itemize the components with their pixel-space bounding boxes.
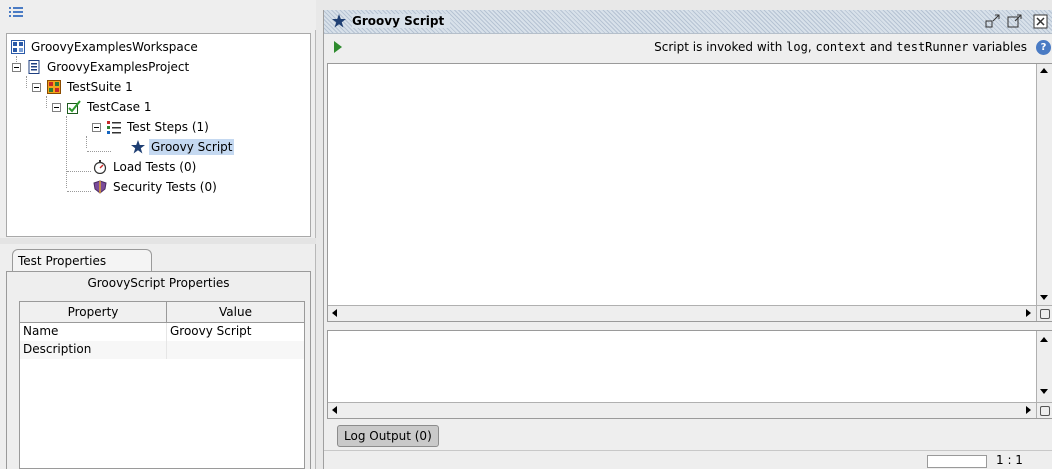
script-editor[interactable] (327, 63, 1052, 322)
tree-node-label: TestCase 1 (87, 100, 152, 114)
expand-toggle-icon[interactable] (52, 103, 61, 112)
detach-icon[interactable] (1007, 14, 1023, 29)
info-var-context: context (815, 40, 867, 54)
groovy-script-editor-panel: Groovy Script Script is invoked with log… (323, 10, 1052, 469)
column-header-property[interactable]: Property (20, 302, 167, 322)
scroll-down-icon[interactable] (1040, 295, 1048, 300)
tree-node-label: Groovy Script (149, 139, 235, 155)
navigator-toolbar (0, 0, 316, 30)
loadtest-icon (93, 160, 107, 174)
tree-node-label: Test Steps (1) (127, 120, 209, 134)
property-value-cell[interactable]: Groovy Script (167, 323, 304, 341)
tree-node-label: GroovyExamplesProject (47, 60, 190, 74)
tree-node-label: TestSuite 1 (67, 80, 133, 94)
log-output-label: Log Output (0) (344, 429, 432, 443)
info-suffix: variables (968, 40, 1027, 54)
tree-node-project[interactable]: GroovyExamplesProject (27, 57, 191, 77)
tree-node-testcase[interactable]: TestCase 1 (67, 97, 153, 117)
scroll-right-icon[interactable] (1026, 406, 1031, 414)
info-var-log: log (786, 40, 808, 54)
tree-node-workspace[interactable]: GroovyExamplesWorkspace (11, 37, 200, 57)
scroll-corner-icon (1036, 402, 1052, 418)
project-tree: GroovyExamplesWorkspace GroovyExamplesPr… (6, 33, 311, 237)
scroll-right-icon[interactable] (1026, 309, 1031, 317)
properties-table: Property Value Name Groovy Script Descri… (19, 301, 305, 469)
info-and: and (866, 40, 897, 54)
tree-node-testsuite[interactable]: TestSuite 1 (47, 77, 135, 97)
scroll-left-icon[interactable] (332, 406, 337, 414)
column-header-value[interactable]: Value (167, 302, 304, 322)
info-prefix: Script is invoked with (654, 40, 787, 54)
close-icon[interactable] (1033, 14, 1049, 29)
editor-horizontal-scrollbar[interactable] (328, 305, 1036, 321)
expand-toggle-icon[interactable] (92, 123, 101, 132)
properties-panel: GroovyScript Properties Property Value N… (6, 271, 311, 469)
editor-title-bar: Groovy Script (324, 10, 1052, 34)
scroll-left-icon[interactable] (332, 309, 337, 317)
properties-panel-title: GroovyScript Properties (87, 276, 230, 290)
table-header: Property Value (20, 302, 304, 323)
scroll-up-icon[interactable] (1040, 68, 1048, 73)
tree-node-loadtests[interactable]: Load Tests (0) (93, 157, 198, 177)
property-value-cell[interactable] (167, 341, 304, 359)
table-row[interactable]: Name Groovy Script (20, 323, 304, 341)
info-var-testrunner: testRunner (896, 40, 969, 54)
collapse-all-icon[interactable] (9, 6, 23, 18)
script-info-text: Script is invoked with log, context and … (654, 40, 1027, 54)
tab-label: Test Properties (18, 254, 107, 268)
log-horizontal-scrollbar[interactable] (328, 402, 1036, 418)
teststeps-icon (107, 121, 121, 134)
editor-vertical-scrollbar[interactable] (1036, 64, 1052, 305)
panel-splitter[interactable] (0, 238, 316, 244)
navigator-panel: GroovyExamplesWorkspace GroovyExamplesPr… (0, 0, 316, 469)
help-icon[interactable]: ? (1036, 40, 1051, 55)
testsuite-icon (47, 80, 61, 94)
script-toolbar: Script is invoked with log, context and … (324, 35, 1052, 59)
tree-node-label: Load Tests (0) (113, 160, 197, 174)
log-vertical-scrollbar[interactable] (1036, 331, 1052, 402)
undock-icon[interactable] (985, 14, 1001, 29)
tree-node-label: Security Tests (0) (113, 180, 217, 194)
log-output-area[interactable] (327, 330, 1052, 419)
tree-node-label: GroovyExamplesWorkspace (31, 40, 198, 54)
property-name-cell: Name (20, 323, 167, 341)
tree-node-teststeps[interactable]: Test Steps (1) (107, 117, 211, 137)
run-icon[interactable] (334, 41, 342, 53)
scroll-down-icon[interactable] (1040, 389, 1048, 394)
workspace-icon (11, 40, 25, 54)
tab-test-properties[interactable]: Test Properties (12, 249, 152, 272)
testcase-icon (67, 100, 81, 114)
groovy-star-icon (131, 140, 145, 154)
project-icon (28, 60, 40, 74)
scroll-corner-icon (1036, 305, 1052, 321)
scroll-up-icon[interactable] (1040, 337, 1048, 342)
tree-node-securitytests[interactable]: Security Tests (0) (93, 177, 219, 197)
cursor-position: 1 : 1 (996, 453, 1023, 467)
groovy-star-icon (332, 14, 346, 28)
table-row[interactable]: Description (20, 341, 304, 359)
log-output-tab[interactable]: Log Output (0) (337, 425, 439, 447)
security-icon (93, 180, 107, 194)
tree-node-groovy-script[interactable]: Groovy Script (131, 137, 235, 157)
status-bar: 1 : 1 (324, 450, 1052, 469)
editor-title: Groovy Script (352, 14, 451, 28)
status-field (927, 455, 987, 468)
expand-toggle-icon[interactable] (12, 63, 21, 72)
expand-toggle-icon[interactable] (32, 83, 41, 92)
property-name-cell: Description (20, 341, 167, 359)
